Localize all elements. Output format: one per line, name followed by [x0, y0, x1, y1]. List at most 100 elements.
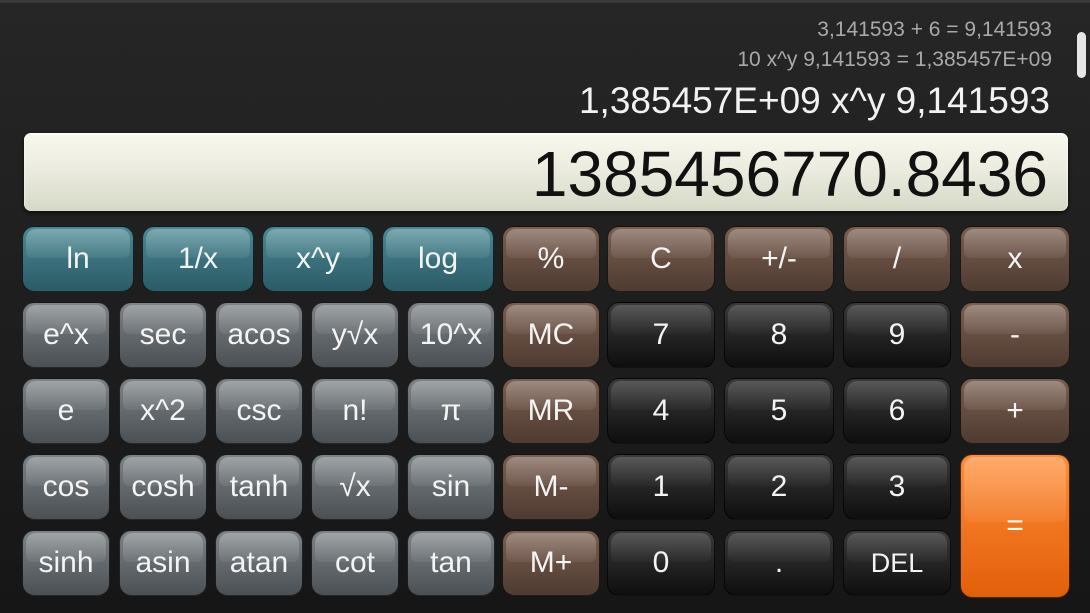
tan-label: tan — [430, 546, 472, 579]
digit-6-button[interactable]: 6 — [843, 378, 951, 444]
tan-button[interactable]: tan — [407, 530, 495, 596]
digit-0-button[interactable]: 0 — [607, 530, 715, 596]
divide-label: / — [892, 242, 902, 275]
reciprocal-label: 1/x — [177, 242, 219, 275]
square-button[interactable]: x^2 — [119, 378, 207, 444]
digit-5-label: 5 — [770, 394, 788, 427]
digit-2-button[interactable]: 2 — [724, 454, 834, 520]
factorial-button[interactable]: n! — [311, 378, 399, 444]
acos-button[interactable]: acos — [215, 302, 303, 368]
memory-clear-button[interactable]: MC — [502, 302, 600, 368]
decimal-point-label: . — [774, 546, 784, 579]
cot-button[interactable]: cot — [311, 530, 399, 596]
add-button[interactable]: + — [960, 378, 1070, 444]
cot-label: cot — [334, 546, 376, 579]
log-button[interactable]: log — [382, 226, 494, 292]
tanh-button[interactable]: tanh — [215, 454, 303, 520]
sqrt-button[interactable]: √x — [311, 454, 399, 520]
digit-4-button[interactable]: 4 — [607, 378, 715, 444]
sign-toggle-label: +/- — [761, 242, 797, 275]
cos-label: cos — [42, 470, 90, 503]
sinh-label: sinh — [38, 546, 94, 579]
delete-button[interactable]: DEL — [843, 530, 951, 596]
cosh-button[interactable]: cosh — [119, 454, 207, 520]
sign-toggle-button[interactable]: +/- — [724, 226, 834, 292]
cosh-label: cosh — [131, 470, 195, 503]
top-divider — [0, 0, 1090, 3]
atan-label: atan — [229, 546, 289, 579]
ln-label: ln — [66, 242, 90, 275]
add-label: + — [1006, 394, 1024, 427]
memory-clear-label: MC — [527, 318, 575, 351]
result-value: 1385456770.8436 — [531, 138, 1048, 210]
exp-button[interactable]: e^x — [22, 302, 110, 368]
asin-label: asin — [135, 546, 191, 579]
pow10-label: 10^x — [419, 318, 483, 351]
yroot-label: y√x — [331, 318, 379, 351]
calculator-app: 3,141593 + 6 = 9,141593 10 x^y 9,141593 … — [0, 0, 1090, 613]
square-label: x^2 — [140, 394, 186, 427]
history-scrollbar[interactable] — [1077, 32, 1086, 78]
exp-label: e^x — [43, 318, 89, 351]
digit-7-label: 7 — [652, 318, 670, 351]
sin-button[interactable]: sin — [407, 454, 495, 520]
digit-5-button[interactable]: 5 — [724, 378, 834, 444]
asin-button[interactable]: asin — [119, 530, 207, 596]
acos-label: acos — [227, 318, 291, 351]
history-line-1: 3,141593 + 6 = 9,141593 — [817, 18, 1052, 41]
decimal-point-button[interactable]: . — [724, 530, 834, 596]
equals-button[interactable]: = — [960, 454, 1070, 598]
memory-add-button[interactable]: M+ — [502, 530, 600, 596]
percent-button[interactable]: % — [502, 226, 600, 292]
reciprocal-button[interactable]: 1/x — [142, 226, 254, 292]
multiply-label: x — [1007, 242, 1023, 275]
ln-button[interactable]: ln — [22, 226, 134, 292]
cos-button[interactable]: cos — [22, 454, 110, 520]
atan-button[interactable]: atan — [215, 530, 303, 596]
digit-3-label: 3 — [888, 470, 906, 503]
log-label: log — [417, 242, 459, 275]
factorial-label: n! — [342, 394, 368, 427]
power-label: x^y — [295, 242, 341, 275]
divide-button[interactable]: / — [843, 226, 951, 292]
yroot-button[interactable]: y√x — [311, 302, 399, 368]
csc-button[interactable]: csc — [215, 378, 303, 444]
digit-3-button[interactable]: 3 — [843, 454, 951, 520]
sqrt-label: √x — [339, 470, 371, 503]
current-expression: 1,385457E+09 x^y 9,141593 — [578, 80, 1050, 121]
memory-add-label: M+ — [529, 546, 573, 579]
clear-button[interactable]: C — [607, 226, 715, 292]
delete-label: DEL — [870, 547, 924, 578]
subtract-label: - — [1010, 318, 1020, 351]
subtract-button[interactable]: - — [960, 302, 1070, 368]
digit-4-label: 4 — [652, 394, 670, 427]
percent-label: % — [537, 242, 565, 275]
digit-6-label: 6 — [888, 394, 906, 427]
power-button[interactable]: x^y — [262, 226, 374, 292]
digit-0-label: 0 — [652, 546, 670, 579]
tanh-label: tanh — [229, 470, 289, 503]
sin-label: sin — [431, 470, 471, 503]
digit-9-label: 9 — [888, 318, 906, 351]
digit-8-label: 8 — [770, 318, 788, 351]
sec-button[interactable]: sec — [119, 302, 207, 368]
digit-7-button[interactable]: 7 — [607, 302, 715, 368]
pow10-button[interactable]: 10^x — [407, 302, 495, 368]
multiply-button[interactable]: x — [960, 226, 1070, 292]
history-line-2: 10 x^y 9,141593 = 1,385457E+09 — [737, 48, 1052, 71]
pi-button[interactable]: π — [407, 378, 495, 444]
clear-label: C — [650, 242, 672, 275]
digit-2-label: 2 — [770, 470, 788, 503]
memory-recall-button[interactable]: MR — [502, 378, 600, 444]
csc-label: csc — [236, 394, 282, 427]
result-display: 1385456770.8436 — [24, 133, 1068, 211]
digit-1-button[interactable]: 1 — [607, 454, 715, 520]
memory-subtract-button[interactable]: M- — [502, 454, 600, 520]
e-button[interactable]: e — [22, 378, 110, 444]
memory-subtract-label: M- — [533, 470, 569, 503]
digit-8-button[interactable]: 8 — [724, 302, 834, 368]
equals-label: = — [1006, 509, 1024, 542]
digit-9-button[interactable]: 9 — [843, 302, 951, 368]
sinh-button[interactable]: sinh — [22, 530, 110, 596]
sec-label: sec — [139, 318, 187, 351]
